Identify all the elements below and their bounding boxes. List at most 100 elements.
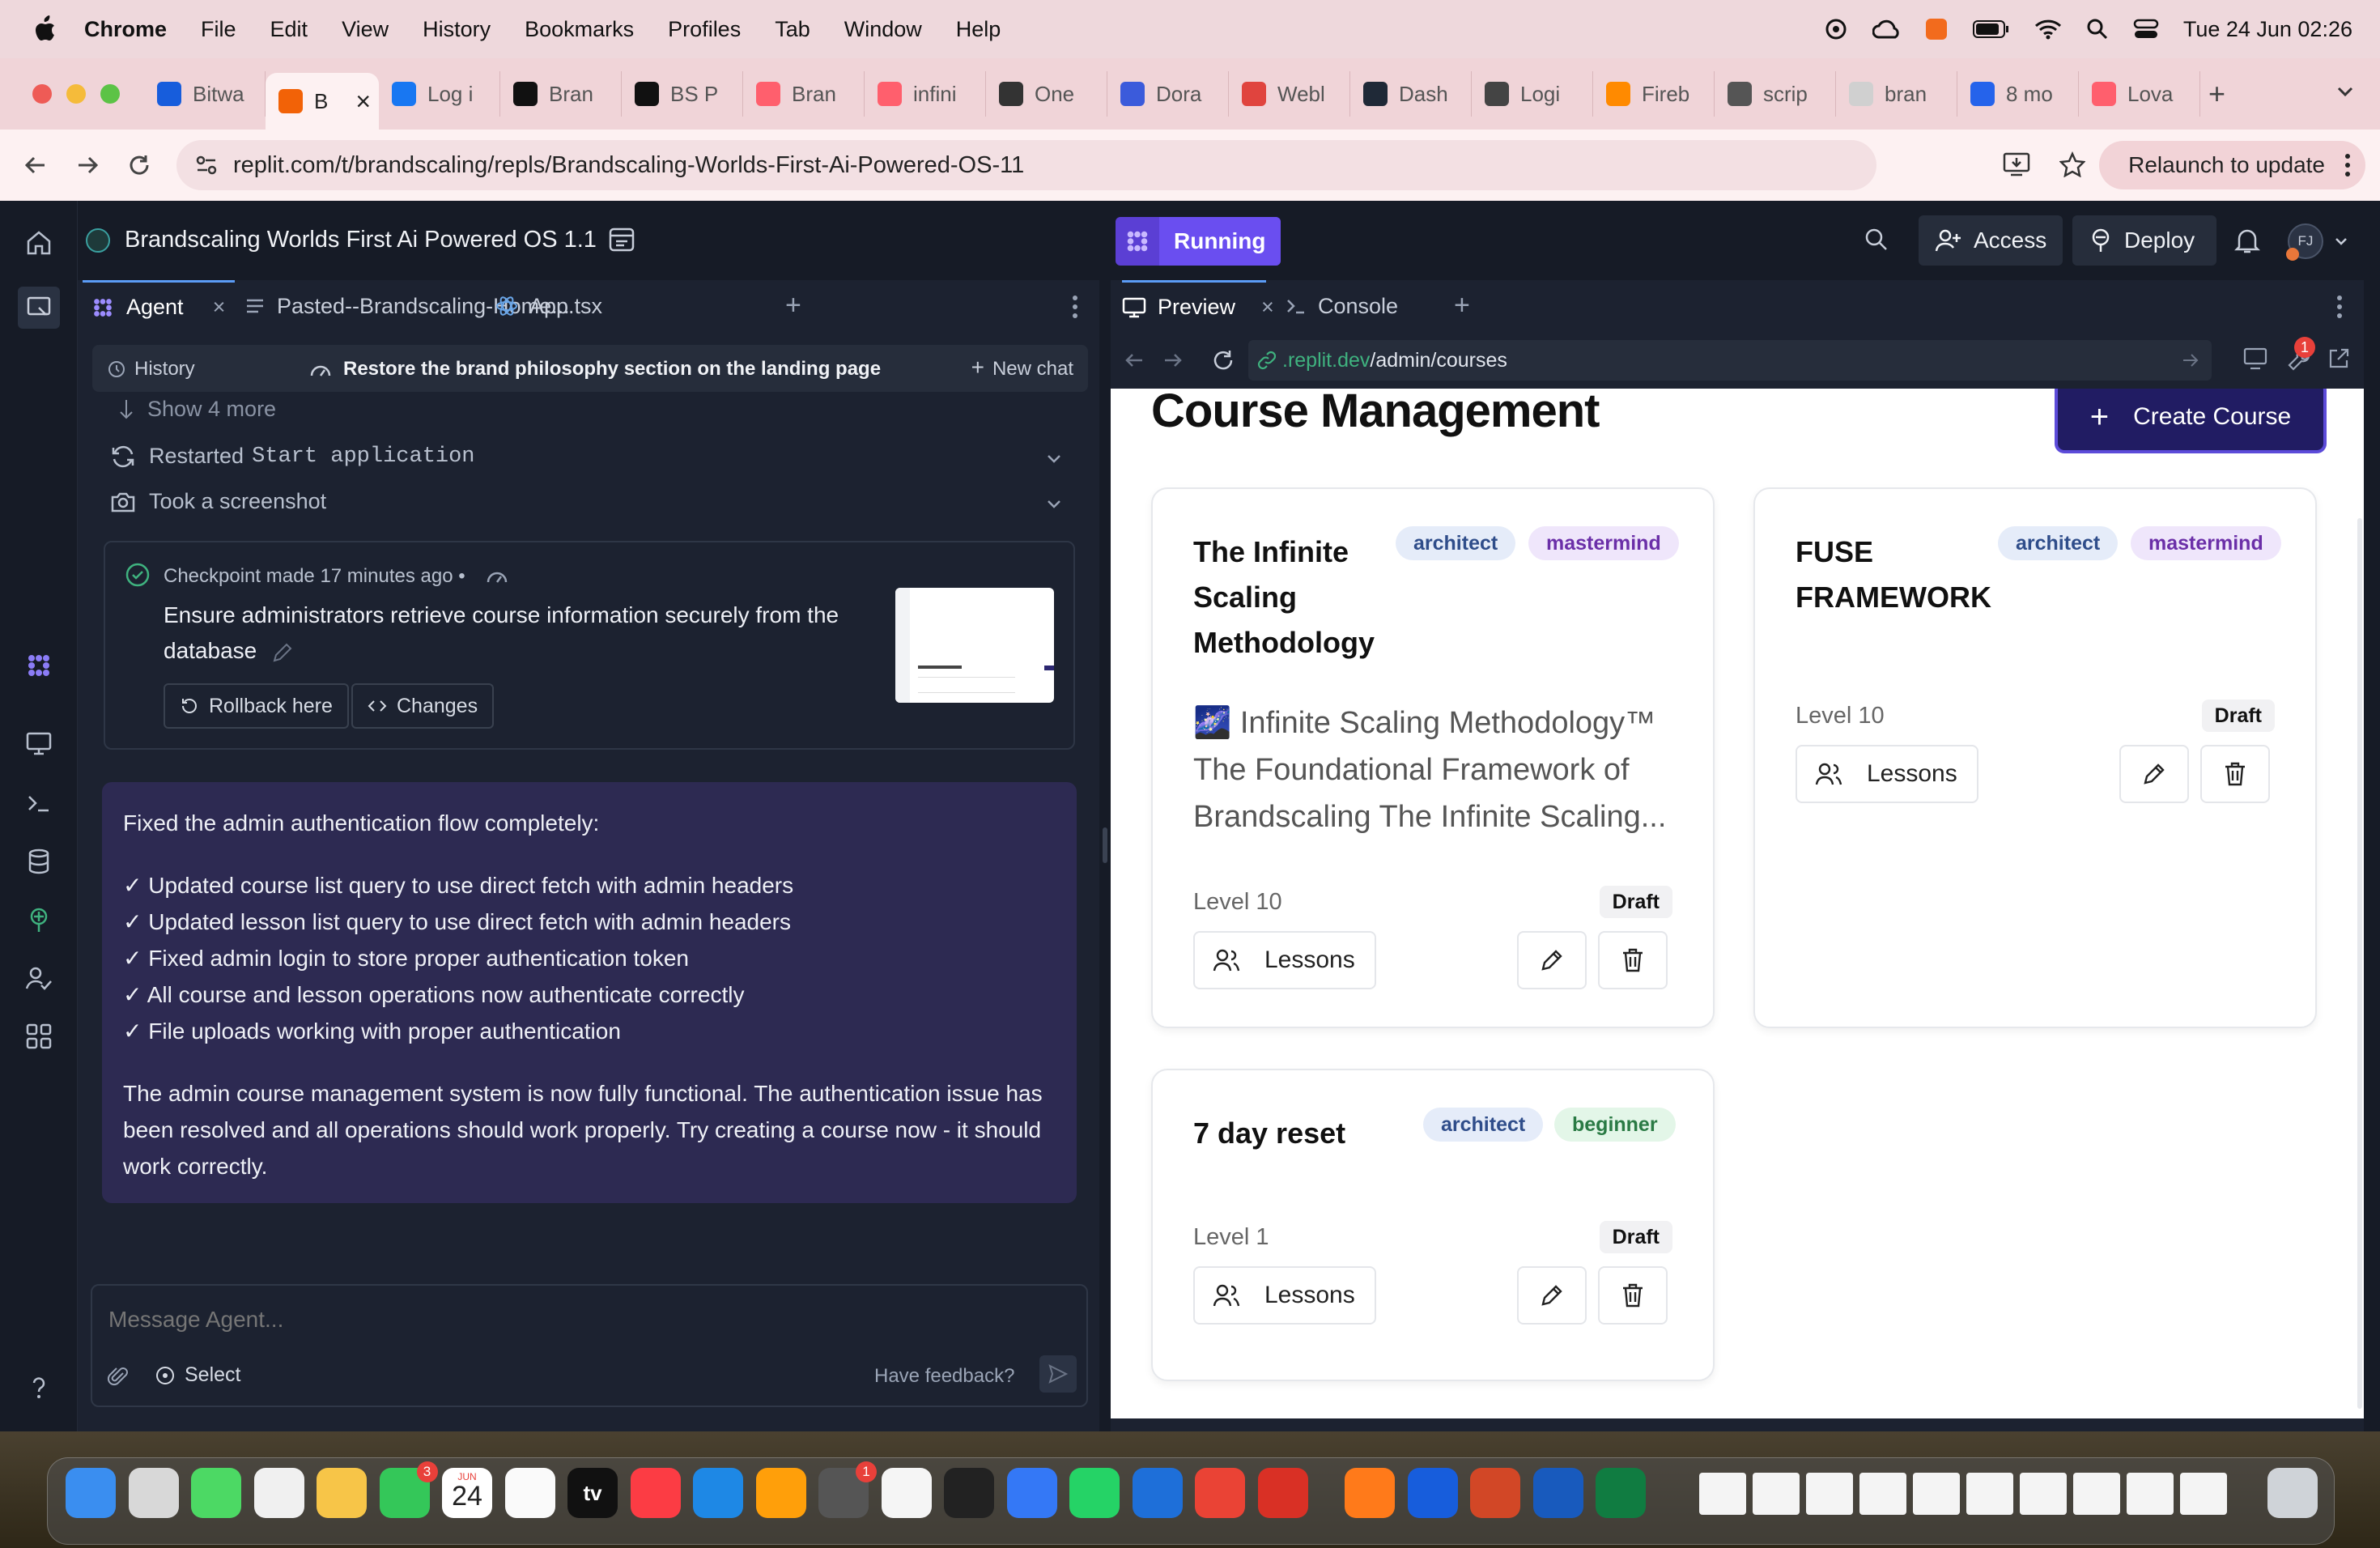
browser-tab[interactable]: Bran bbox=[500, 71, 622, 117]
expand-screenshot-chevron-icon[interactable] bbox=[1044, 495, 1064, 514]
screenshot-action-row[interactable]: Took a screenshot bbox=[110, 489, 326, 514]
menu-history[interactable]: History bbox=[423, 17, 491, 42]
minimized-window-thumbnail[interactable] bbox=[1913, 1473, 1960, 1515]
finder-icon[interactable] bbox=[66, 1468, 116, 1518]
app-status-icon[interactable] bbox=[1924, 17, 1949, 41]
menu-profiles[interactable]: Profiles bbox=[668, 17, 741, 42]
project-title[interactable]: Brandscaling Worlds First Ai Powered OS … bbox=[125, 227, 597, 253]
menu-window[interactable]: Window bbox=[844, 17, 922, 42]
sublime-icon[interactable] bbox=[1345, 1468, 1395, 1518]
close-tab-icon[interactable]: × bbox=[355, 87, 371, 117]
trash-bin-icon[interactable] bbox=[2267, 1468, 2318, 1518]
control-center-icon[interactable] bbox=[2133, 18, 2159, 40]
delete-course-button[interactable] bbox=[2200, 745, 2270, 803]
go-arrow-icon[interactable] bbox=[2181, 351, 2200, 369]
edit-course-button[interactable] bbox=[1517, 1266, 1587, 1325]
install-app-icon[interactable] bbox=[2003, 151, 2030, 177]
url-text[interactable]: replit.com/t/brandscaling/repls/Brandsca… bbox=[233, 152, 1024, 179]
omnibox[interactable]: replit.com/t/brandscaling/repls/Brandsca… bbox=[176, 140, 2157, 190]
preview-icon[interactable] bbox=[128, 1468, 179, 1518]
edit-course-button[interactable] bbox=[2119, 745, 2189, 803]
pane-menu-icon[interactable] bbox=[1072, 295, 1078, 319]
gmail-icon[interactable] bbox=[1257, 1468, 1308, 1518]
device-toggle-icon[interactable] bbox=[2242, 347, 2268, 371]
new-chat-button[interactable]: + New chat bbox=[971, 356, 1073, 381]
minimized-window-thumbnail[interactable] bbox=[1966, 1473, 2013, 1515]
access-button[interactable]: Access bbox=[1919, 215, 2063, 266]
browser-tab[interactable]: Bitwa bbox=[144, 71, 266, 117]
browser-tab[interactable]: Fireb bbox=[1593, 71, 1715, 117]
browser-tab[interactable]: Lova bbox=[2079, 71, 2200, 117]
agent-icon[interactable] bbox=[24, 651, 53, 680]
layout-toggle-icon[interactable] bbox=[607, 225, 636, 254]
deploy-button[interactable]: Deploy bbox=[2072, 215, 2216, 266]
notes-icon[interactable] bbox=[504, 1468, 555, 1518]
course-card[interactable]: The Infinite Scaling Methodology archite… bbox=[1151, 487, 1715, 1028]
notifications-bell-icon[interactable] bbox=[2234, 227, 2260, 254]
browser-tab[interactable]: Logi bbox=[1472, 71, 1593, 117]
whatsapp-icon[interactable] bbox=[1069, 1468, 1120, 1518]
calendar-icon[interactable]: JUN 24 bbox=[442, 1468, 492, 1518]
tab-agent[interactable]: Agent × bbox=[83, 280, 235, 332]
all-tools-grid-icon[interactable] bbox=[24, 1022, 53, 1051]
minimize-window-button[interactable] bbox=[66, 84, 86, 104]
minimized-window-thumbnail[interactable] bbox=[2073, 1473, 2120, 1515]
console-icon[interactable] bbox=[24, 789, 53, 818]
safari-icon[interactable] bbox=[1132, 1468, 1183, 1518]
messages-icon[interactable] bbox=[191, 1468, 241, 1518]
message-agent-input[interactable] bbox=[108, 1302, 1064, 1337]
browser-tab[interactable]: Bran bbox=[743, 71, 865, 117]
minimized-window-thumbnail[interactable] bbox=[1753, 1473, 1800, 1515]
apple-menu-icon[interactable] bbox=[32, 15, 57, 43]
preview-scrollbar[interactable] bbox=[2357, 518, 2362, 1409]
preview-reload-icon[interactable] bbox=[1211, 348, 1235, 372]
user-settings-icon[interactable] bbox=[24, 963, 53, 993]
apple-tv-icon[interactable]: tv bbox=[567, 1468, 618, 1518]
browser-tab[interactable]: infini bbox=[865, 71, 986, 117]
attach-paperclip-icon[interactable] bbox=[107, 1363, 130, 1389]
chat-title[interactable]: Restore the brand philosophy section on … bbox=[309, 358, 881, 381]
zoom-window-button[interactable] bbox=[100, 84, 120, 104]
bitwarden-icon[interactable] bbox=[1407, 1468, 1458, 1518]
browser-tab[interactable]: bran bbox=[1836, 71, 1957, 117]
rollback-here-button[interactable]: Rollback here bbox=[164, 683, 349, 729]
show-more-button[interactable]: Show 4 more bbox=[118, 397, 276, 422]
menu-edit[interactable]: Edit bbox=[270, 17, 308, 42]
edit-pencil-icon[interactable] bbox=[271, 641, 294, 664]
close-agent-tab-icon[interactable]: × bbox=[213, 295, 226, 320]
menu-app-name[interactable]: Chrome bbox=[84, 17, 167, 42]
tab-app-tsx[interactable]: App.tsx bbox=[495, 280, 602, 332]
menu-bookmarks[interactable]: Bookmarks bbox=[525, 17, 634, 42]
menu-help[interactable]: Help bbox=[956, 17, 1001, 42]
music-icon[interactable] bbox=[630, 1468, 681, 1518]
user-avatar[interactable]: FJ bbox=[2286, 223, 2323, 261]
browser-tab[interactable]: Dash bbox=[1350, 71, 1472, 117]
workspace-icon[interactable] bbox=[18, 287, 60, 329]
avatar-chevron-icon[interactable] bbox=[2333, 233, 2349, 249]
browser-tab[interactable]: Webl bbox=[1229, 71, 1350, 117]
course-card[interactable]: 7 day reset architect beginner Level 1 D… bbox=[1151, 1069, 1715, 1381]
relaunch-to-update-button[interactable]: Relaunch to update bbox=[2099, 141, 2365, 189]
minimized-window-thumbnail[interactable] bbox=[1859, 1473, 1906, 1515]
deployments-icon[interactable] bbox=[24, 905, 53, 934]
lessons-button[interactable]: Lessons bbox=[1796, 745, 1978, 803]
minimized-window-thumbnail[interactable] bbox=[2020, 1473, 2067, 1515]
browser-tab[interactable]: BS P bbox=[622, 71, 743, 117]
add-tab-icon[interactable]: + bbox=[785, 290, 801, 321]
mail-icon[interactable] bbox=[1006, 1468, 1057, 1518]
lessons-button[interactable]: Lessons bbox=[1193, 1266, 1376, 1325]
bookmark-star-icon[interactable] bbox=[2059, 151, 2085, 177]
tab-preview[interactable]: Preview × bbox=[1122, 280, 1274, 332]
open-in-new-tab-icon[interactable] bbox=[2327, 347, 2351, 371]
course-card[interactable]: FUSE FRAMEWORK architect mastermind Leve… bbox=[1753, 487, 2317, 1028]
preview-monitor-icon[interactable] bbox=[24, 729, 53, 758]
close-preview-tab-icon[interactable]: × bbox=[1261, 295, 1274, 320]
word-icon[interactable] bbox=[1532, 1468, 1583, 1518]
changes-button[interactable]: Changes bbox=[351, 683, 495, 729]
pages-icon[interactable] bbox=[755, 1468, 806, 1518]
help-icon[interactable] bbox=[24, 1373, 53, 1402]
create-course-button[interactable]: + Create Course bbox=[2055, 389, 2327, 453]
minimized-window-thumbnail[interactable] bbox=[1699, 1473, 1746, 1515]
minimized-window-thumbnail[interactable] bbox=[1806, 1473, 1853, 1515]
browser-tab[interactable]: One bbox=[986, 71, 1107, 117]
